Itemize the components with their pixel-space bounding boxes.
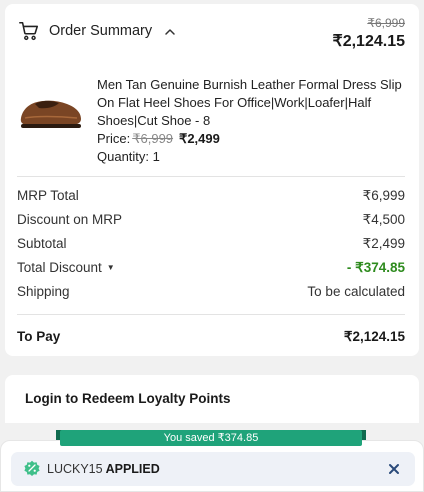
breakdown-value: ₹4,500 (362, 212, 405, 227)
breakdown-label: Subtotal (17, 236, 67, 251)
coupon-icon (24, 460, 40, 476)
to-pay-label: To Pay (17, 329, 61, 344)
price-breakdown: MRP Total ₹6,999 Discount on MRP ₹4,500 … (17, 185, 405, 305)
coupon-code: LUCKY15 (47, 462, 103, 476)
breakdown-label: Discount on MRP (17, 212, 123, 227)
order-summary-title: Order Summary (49, 23, 153, 39)
breakdown-value: ₹6,999 (362, 188, 405, 203)
coupon-status: APPLIED (105, 462, 160, 476)
breakdown-value: - ₹374.85 (346, 260, 405, 275)
price-label: Price: (97, 131, 131, 146)
cart-icon (19, 21, 39, 41)
chevron-up-icon[interactable] (163, 25, 177, 39)
order-summary-card: Order Summary ₹6,999 ₹2,124.15 Men Tan G… (5, 4, 419, 356)
breakdown-row-total-discount[interactable]: Total Discount ▼ - ₹374.85 (17, 257, 405, 281)
breakdown-row-discount-on-mrp: Discount on MRP ₹4,500 (17, 209, 405, 233)
product-quantity: Quantity: 1 (97, 149, 160, 164)
header-mrp-strike: ₹6,999 (367, 16, 405, 30)
breakdown-row-shipping: Shipping To be calculated (17, 281, 405, 305)
divider (17, 314, 405, 315)
close-icon[interactable] (387, 462, 401, 476)
header-total: ₹2,124.15 (332, 33, 405, 50)
to-pay-value: ₹2,124.15 (343, 329, 405, 344)
breakdown-value: To be calculated (307, 284, 405, 299)
product-price-row: Price: ₹6,999 ₹2,499 (97, 130, 405, 148)
coupon-label: LUCKY15 APPLIED (47, 462, 160, 476)
loyalty-card[interactable]: Login to Redeem Loyalty Points (5, 375, 419, 423)
product-image (20, 100, 81, 128)
caret-down-icon[interactable]: ▼ (107, 263, 115, 272)
order-summary-header[interactable]: Order Summary ₹6,999 ₹2,124.15 (18, 16, 405, 52)
savings-ribbon: You saved ₹374.85 (60, 430, 362, 446)
breakdown-value: ₹2,499 (362, 236, 405, 251)
coupon-sheet: LUCKY15 APPLIED (0, 440, 424, 492)
product-item: Men Tan Genuine Burnish Leather Formal D… (17, 76, 405, 168)
price-sale: ₹2,499 (179, 131, 220, 146)
loyalty-login-link[interactable]: Login to Redeem Loyalty Points (25, 391, 231, 406)
price-mrp-strike: ₹6,999 (132, 131, 174, 146)
divider (17, 176, 405, 177)
breakdown-row-mrp-total: MRP Total ₹6,999 (17, 185, 405, 209)
product-name[interactable]: Men Tan Genuine Burnish Leather Formal D… (97, 76, 405, 130)
breakdown-label: Shipping (17, 284, 70, 299)
breakdown-label: Total Discount (17, 260, 102, 275)
breakdown-label: MRP Total (17, 188, 79, 203)
breakdown-row-subtotal: Subtotal ₹2,499 (17, 233, 405, 257)
applied-coupon[interactable]: LUCKY15 APPLIED (11, 452, 415, 486)
total-discount-toggle[interactable]: Total Discount ▼ (17, 260, 115, 275)
